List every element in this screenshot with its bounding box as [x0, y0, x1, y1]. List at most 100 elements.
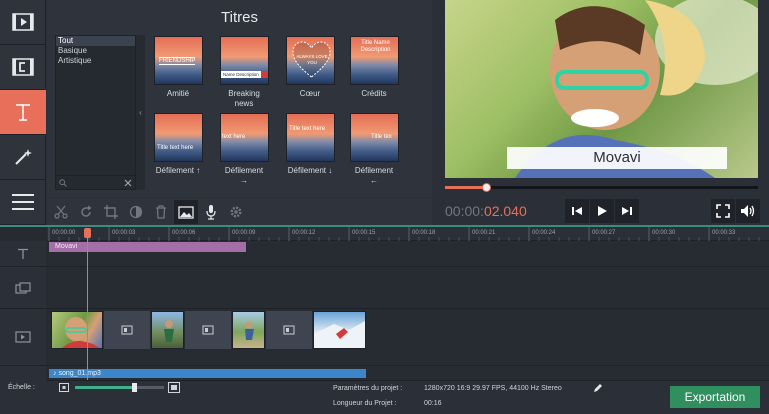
- video-clip[interactable]: [151, 311, 184, 349]
- audio-track-header: [0, 366, 46, 381]
- zoom-slider-fill: [75, 386, 135, 389]
- clip-thumbnail: [62, 317, 100, 348]
- title-tile-scroll-right[interactable]: text here: [220, 113, 269, 162]
- preview-progress-track[interactable]: [445, 186, 758, 189]
- play-button[interactable]: [590, 199, 614, 223]
- tile-label: Amitié: [166, 89, 190, 98]
- hamburger-icon: [12, 194, 34, 210]
- category-item-basic[interactable]: Basique: [56, 46, 135, 56]
- timecode-display: 00:00:02.040: [445, 203, 527, 219]
- color-adjust-button[interactable]: [124, 200, 148, 224]
- volume-icon: [741, 205, 755, 217]
- menu-button[interactable]: [0, 180, 46, 225]
- skip-back-icon: [572, 207, 582, 215]
- scissors-icon: [54, 205, 68, 219]
- tile-label: Défilement ←: [354, 166, 394, 185]
- title-clip[interactable]: Movavi: [49, 242, 246, 252]
- transition-clip[interactable]: [266, 311, 312, 349]
- tile-label: Défilement ↑: [155, 166, 201, 175]
- category-item-artistic[interactable]: Artistique: [56, 56, 135, 66]
- audio-clip[interactable]: ♪ song_01.mp3: [49, 369, 366, 378]
- film-icon: [15, 331, 31, 343]
- tile-preview-text: Name Description: [223, 72, 259, 78]
- chevron-left-icon: ‹: [139, 108, 142, 117]
- title-tile-coeur[interactable]: ALWAYS LOVE YOU: [286, 36, 335, 85]
- video-clip[interactable]: [313, 311, 366, 349]
- category-search-input[interactable]: [56, 175, 135, 189]
- zoom-out-icon[interactable]: [59, 383, 69, 392]
- record-voice-button[interactable]: [199, 200, 223, 224]
- zoom-in-icon[interactable]: [168, 382, 180, 393]
- title-tile-breaking-news[interactable]: Name Description: [220, 36, 269, 85]
- contrast-icon: [129, 205, 143, 219]
- cut-button[interactable]: [49, 200, 73, 224]
- project-length-value: 00:16: [424, 400, 442, 407]
- title-tile-amitie[interactable]: FRIENDSHIP: [154, 36, 203, 85]
- clip-thumbnail: [164, 320, 174, 342]
- overlay-track[interactable]: [47, 267, 769, 309]
- video-clip[interactable]: [232, 311, 265, 349]
- film-play-icon: [12, 13, 34, 31]
- transition-clip[interactable]: [185, 311, 231, 349]
- settings-button[interactable]: [224, 200, 248, 224]
- search-icon: [59, 179, 67, 187]
- crop-button[interactable]: [99, 200, 123, 224]
- tile-preview-text: ALWAYS LOVE YOU: [296, 54, 328, 65]
- rotate-icon: [81, 205, 92, 217]
- export-button[interactable]: Exportation: [670, 386, 760, 408]
- ruler-tick-label: 00:00:33: [712, 230, 736, 236]
- title-tile-scroll-down[interactable]: Title text here: [286, 113, 335, 162]
- transition-icon: [202, 325, 214, 335]
- tile-label: Défilement →: [224, 166, 264, 185]
- category-item-all[interactable]: Tout: [56, 36, 135, 46]
- overlay-track-header: [0, 267, 46, 309]
- project-length-label: Longueur du Projet :: [333, 400, 397, 407]
- transition-clip[interactable]: [104, 311, 150, 349]
- tile-label: Cœur: [299, 89, 321, 98]
- transition-icon: [283, 325, 295, 335]
- skip-forward-icon: [622, 207, 632, 215]
- film-filter-icon: [12, 58, 34, 76]
- project-params-value: 1280x720 16:9 29.97 FPS, 44100 Hz Stereo: [424, 385, 562, 392]
- tile-preview-text: Title text here: [289, 126, 326, 132]
- video-preview: Movavi: [445, 0, 758, 178]
- tile-preview-text: Title Name Description: [360, 40, 391, 53]
- title-tile-scroll-left[interactable]: Title tex: [350, 113, 399, 162]
- zoom-slider-handle[interactable]: [132, 383, 137, 392]
- title-tile-scroll-up[interactable]: Title text here: [154, 113, 203, 162]
- import-media-button[interactable]: [0, 0, 46, 45]
- ruler-tick-label: 00:00:30: [652, 230, 676, 236]
- ruler-tick-label: 00:00:27: [592, 230, 616, 236]
- audio-clip-name: song_01.mp3: [58, 370, 101, 377]
- video-clip[interactable]: [51, 311, 103, 349]
- playhead-handle[interactable]: [84, 228, 91, 238]
- panel-title: Titres: [221, 9, 258, 26]
- previous-button[interactable]: [565, 199, 589, 223]
- ruler-tick-label: 00:00:03: [112, 230, 136, 236]
- timecode-current: 02.040: [483, 203, 527, 219]
- ruler-tick-label: 00:00:00: [52, 230, 76, 236]
- ruler-tick-label: 00:00:18: [412, 230, 436, 236]
- preview-progress-handle[interactable]: [481, 183, 491, 192]
- title-tile-credits[interactable]: Title Name Description: [350, 36, 399, 85]
- clear-icon[interactable]: [124, 179, 132, 187]
- crop-icon: [104, 205, 118, 219]
- rotate-button[interactable]: [74, 200, 98, 224]
- timecode-prefix: 00:00:: [445, 203, 484, 219]
- titles-button[interactable]: [0, 90, 46, 135]
- project-params-label: Paramètres du projet :: [333, 385, 403, 392]
- tile-preview-text: Title text here: [157, 145, 194, 151]
- time-ruler[interactable]: 00:00:00 00:00:03 00:00:06 00:00:09 00:00:12…: [47, 227, 769, 241]
- ruler-tick-label: 00:00:24: [532, 230, 556, 236]
- pencil-icon[interactable]: [593, 383, 603, 393]
- image-insert-button[interactable]: [174, 200, 198, 224]
- fullscreen-button[interactable]: [711, 199, 735, 223]
- transitions-button[interactable]: [0, 135, 46, 180]
- scale-label: Échelle :: [8, 384, 35, 391]
- delete-button[interactable]: [149, 200, 173, 224]
- volume-button[interactable]: [736, 199, 760, 223]
- tile-preview-text: text here: [222, 134, 246, 140]
- next-button[interactable]: [615, 199, 639, 223]
- ruler-tick-label: 00:00:21: [472, 230, 496, 236]
- filters-button[interactable]: [0, 45, 46, 90]
